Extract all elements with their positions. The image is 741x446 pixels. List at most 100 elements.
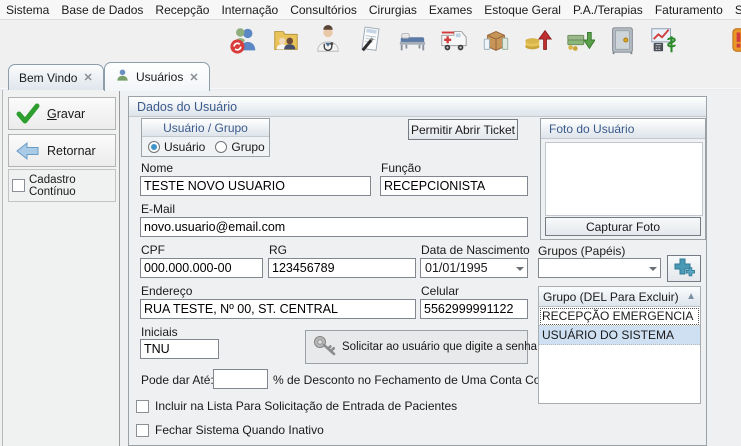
alert-partial-icon bbox=[731, 25, 741, 55]
usuario-grupo-header: Usuário / Grupo bbox=[142, 119, 269, 137]
hospital-bed-button[interactable] bbox=[394, 23, 430, 57]
patients-folder-icon bbox=[271, 25, 301, 55]
email-input[interactable] bbox=[140, 217, 528, 237]
radio-usuario-label: Usuário bbox=[164, 140, 205, 154]
ambulance-icon bbox=[439, 25, 469, 55]
radio-grupo[interactable] bbox=[215, 141, 227, 153]
permitir-abrir-ticket-button[interactable]: Permitir Abrir Ticket bbox=[408, 119, 518, 140]
add-group-button[interactable] bbox=[667, 255, 701, 282]
doctor-icon bbox=[313, 25, 343, 55]
menu-pa-terapias[interactable]: P.A./Terapias bbox=[567, 3, 649, 17]
arrow-left-icon bbox=[9, 141, 47, 161]
celular-input[interactable] bbox=[420, 299, 528, 319]
incluir-lista-label: Incluir na Lista Para Solicitação de Ent… bbox=[155, 399, 457, 413]
toolbar bbox=[0, 20, 741, 61]
menu-cutoff[interactable]: S bbox=[729, 3, 741, 17]
menu-internacao[interactable]: Internação bbox=[215, 3, 284, 17]
celular-label: Celular bbox=[421, 284, 459, 298]
groups-grid-header[interactable]: Grupo (DEL Para Excluir) ▲ bbox=[539, 287, 700, 307]
desconto-input[interactable] bbox=[213, 369, 268, 389]
tab-bem-vindo[interactable]: Bem Vindo ✕ bbox=[8, 64, 104, 90]
patients-folder-button[interactable] bbox=[268, 23, 304, 57]
cadastro-continuo-row: Cadastro Contínuo bbox=[8, 169, 116, 202]
menu-cirurgias[interactable]: Cirurgias bbox=[363, 3, 423, 17]
usuario-grupo-box: Usuário / Grupo Usuário Grupo bbox=[141, 118, 270, 157]
iniciais-input[interactable] bbox=[140, 339, 219, 359]
group-row-label: USUÁRIO DO SISTEMA bbox=[542, 328, 674, 342]
menu-exames[interactable]: Exames bbox=[423, 3, 478, 17]
capturar-foto-label: Capturar Foto bbox=[586, 220, 660, 234]
endereco-input[interactable] bbox=[140, 299, 416, 319]
data-nascimento-combo[interactable]: 01/01/1995 bbox=[420, 258, 528, 278]
tab-usuarios[interactable]: Usuários ✕ bbox=[104, 62, 210, 91]
cadastro-continuo-label: Cadastro Contínuo bbox=[29, 174, 115, 198]
close-icon[interactable]: ✕ bbox=[189, 71, 198, 84]
tabbar: Bem Vindo ✕ Usuários ✕ bbox=[0, 60, 741, 90]
menu-base-de-dados[interactable]: Base de Dados bbox=[55, 3, 149, 17]
fechar-sistema-row: Fechar Sistema Quando Inativo bbox=[136, 423, 324, 437]
tab-label: Usuários bbox=[136, 70, 183, 84]
menu-faturamento[interactable]: Faturamento bbox=[649, 3, 729, 17]
foto-usuario-title: Foto do Usuário bbox=[549, 122, 634, 136]
money-in-button[interactable] bbox=[520, 23, 556, 57]
group-row[interactable]: RECEPÇÃO EMERGENCIA bbox=[539, 307, 700, 326]
gravar-button[interactable]: Gravar bbox=[8, 97, 116, 130]
cadastro-continuo-checkbox[interactable] bbox=[12, 179, 25, 192]
radio-usuario[interactable] bbox=[148, 141, 160, 153]
check-icon bbox=[9, 103, 47, 125]
ambulance-button[interactable] bbox=[436, 23, 472, 57]
menu-recepcao[interactable]: Recepção bbox=[149, 3, 215, 17]
incluir-lista-row: Incluir na Lista Para Solicitação de Ent… bbox=[136, 399, 457, 413]
safe-button[interactable] bbox=[604, 23, 640, 57]
usuario-grupo-title: Usuário / Grupo bbox=[163, 121, 248, 135]
groups-grid: Grupo (DEL Para Excluir) ▲ RECEPÇÃO EMER… bbox=[538, 286, 701, 404]
prescription-button[interactable] bbox=[352, 23, 388, 57]
fechar-sistema-label: Fechar Sistema Quando Inativo bbox=[155, 423, 324, 437]
sync-users-icon bbox=[229, 25, 259, 55]
close-icon[interactable]: ✕ bbox=[83, 71, 92, 84]
radio-grupo-label: Grupo bbox=[231, 140, 264, 154]
data-nascimento-label: Data de Nascimento bbox=[421, 243, 530, 257]
safe-icon bbox=[607, 25, 637, 55]
prescription-icon bbox=[355, 25, 385, 55]
nome-input[interactable] bbox=[140, 176, 371, 196]
funcao-input[interactable] bbox=[380, 176, 528, 196]
solicitar-senha-button[interactable]: Solicitar ao usuário que digite a senha bbox=[305, 330, 528, 364]
add-group-icon bbox=[672, 256, 696, 281]
solicitar-senha-label: Solicitar ao usuário que digite a senha bbox=[342, 341, 537, 353]
capturar-foto-button[interactable]: Capturar Foto bbox=[545, 217, 701, 236]
menu-consultorios[interactable]: Consultórios bbox=[284, 3, 363, 17]
group-row-label: RECEPÇÃO EMERGENCIA bbox=[542, 309, 693, 323]
grupos-papeis-label: Grupos (Papéis) bbox=[538, 244, 625, 258]
retornar-button[interactable]: Retornar bbox=[8, 134, 116, 167]
email-label: E-Mail bbox=[141, 202, 175, 216]
key-icon bbox=[312, 334, 338, 361]
alert-partial-button[interactable] bbox=[728, 23, 741, 57]
cpf-input[interactable] bbox=[140, 258, 263, 278]
dados-usuario-header: Dados do Usuário bbox=[129, 97, 706, 117]
menu-sistema[interactable]: Sistema bbox=[0, 3, 55, 17]
groups-grid-header-label: Grupo (DEL Para Excluir) bbox=[543, 290, 679, 304]
iniciais-label: Iniciais bbox=[141, 325, 178, 339]
money-out-button[interactable] bbox=[562, 23, 598, 57]
rg-label: RG bbox=[269, 243, 287, 257]
foto-usuario-group: Foto do Usuário Capturar Foto bbox=[540, 118, 706, 240]
photo-placeholder bbox=[545, 142, 703, 216]
grupos-combo[interactable] bbox=[538, 258, 661, 278]
cpf-label: CPF bbox=[141, 243, 165, 257]
rg-input[interactable] bbox=[268, 258, 416, 278]
dropdown-arrow-icon bbox=[516, 267, 524, 271]
group-row[interactable]: USUÁRIO DO SISTEMA bbox=[539, 326, 700, 345]
gravar-label: Gravar bbox=[47, 107, 85, 121]
finance-calc-button[interactable] bbox=[646, 23, 682, 57]
retornar-label: Retornar bbox=[47, 144, 96, 158]
sync-users-button[interactable] bbox=[226, 23, 262, 57]
fechar-sistema-checkbox[interactable] bbox=[136, 424, 149, 437]
dados-usuario-title: Dados do Usuário bbox=[137, 100, 237, 114]
stock-box-button[interactable] bbox=[478, 23, 514, 57]
finance-calc-icon bbox=[649, 25, 679, 55]
menu-estoque-geral[interactable]: Estoque Geral bbox=[478, 3, 567, 17]
incluir-lista-checkbox[interactable] bbox=[136, 400, 149, 413]
endereco-label: Endereço bbox=[141, 284, 192, 298]
doctor-button[interactable] bbox=[310, 23, 346, 57]
